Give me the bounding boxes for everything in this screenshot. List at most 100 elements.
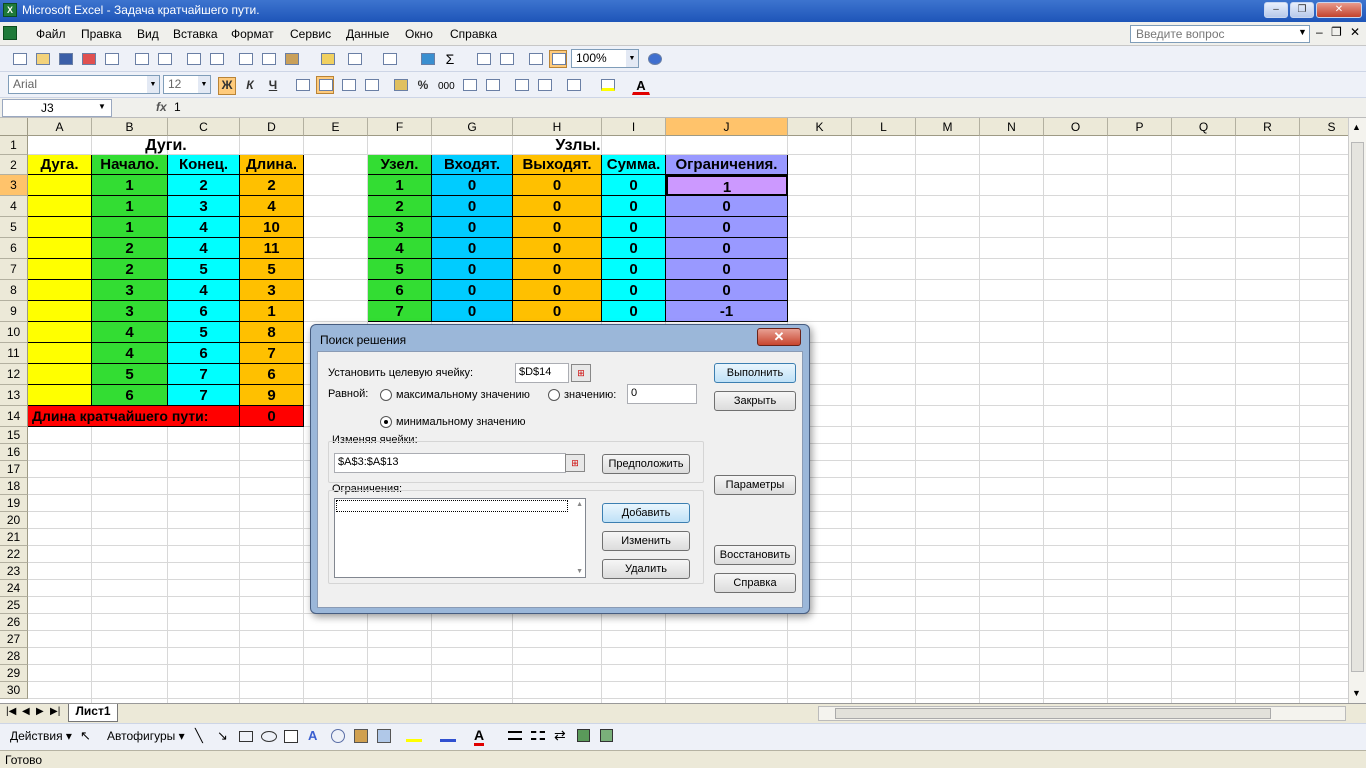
row-header-28[interactable]: 28 <box>0 648 28 665</box>
node-in-4[interactable]: 0 <box>432 196 513 217</box>
node-out-8[interactable]: 0 <box>513 280 602 301</box>
arc-start-11[interactable]: 4 <box>92 343 168 364</box>
node-sum-8[interactable]: 0 <box>602 280 666 301</box>
print-preview-icon[interactable] <box>155 50 173 68</box>
percent-icon[interactable]: % <box>414 77 432 95</box>
arc-length-5[interactable]: 10 <box>240 217 304 238</box>
menu-format[interactable]: Формат <box>231 27 274 41</box>
cut-icon[interactable] <box>236 50 254 68</box>
column-header-P[interactable]: P <box>1108 118 1172 136</box>
fill-color-draw-icon[interactable] <box>406 730 422 742</box>
column-header-A[interactable]: A <box>28 118 92 136</box>
actions-menu[interactable]: Действия ▾ <box>10 729 72 743</box>
arc-cell-5[interactable] <box>28 217 92 238</box>
node-in-9[interactable]: 0 <box>432 301 513 322</box>
target-cell-input[interactable]: $D$14 <box>515 363 569 383</box>
row-header-4[interactable]: 4 <box>0 196 28 217</box>
ask-dropdown-icon[interactable]: ▼ <box>1298 27 1307 37</box>
arc-start-10[interactable]: 4 <box>92 322 168 343</box>
column-header-L[interactable]: L <box>852 118 916 136</box>
arc-length-13[interactable]: 9 <box>240 385 304 406</box>
constraints-list[interactable]: ▲ ▼ <box>334 498 586 578</box>
row-header-30[interactable]: 30 <box>0 682 28 699</box>
change-button[interactable]: Изменить <box>602 531 690 551</box>
arc-end-3[interactable]: 2 <box>168 175 240 196</box>
ask-question-input[interactable]: Введите вопрос <box>1130 25 1310 43</box>
arc-length-9[interactable]: 1 <box>240 301 304 322</box>
arrow-icon[interactable]: ↘ <box>217 728 228 744</box>
nodes-title[interactable]: Узлы. <box>368 136 788 155</box>
node-in-8[interactable]: 0 <box>432 280 513 301</box>
help-icon[interactable] <box>645 50 663 68</box>
close-dialog-button[interactable]: Закрыть <box>714 391 796 411</box>
arc-start-9[interactable]: 3 <box>92 301 168 322</box>
node-sum-3[interactable]: 0 <box>602 175 666 196</box>
decrease-indent-icon[interactable] <box>512 76 530 94</box>
arcs-header-2[interactable]: Конец. <box>168 155 240 175</box>
doc-close-button[interactable]: ✕ <box>1350 25 1360 39</box>
row-header-12[interactable]: 12 <box>0 364 28 385</box>
node-in-7[interactable]: 0 <box>432 259 513 280</box>
column-header-I[interactable]: I <box>602 118 666 136</box>
radio-max[interactable] <box>380 389 392 401</box>
row-header-18[interactable]: 18 <box>0 478 28 495</box>
row-header-29[interactable]: 29 <box>0 665 28 682</box>
list-scroll-down-icon[interactable]: ▼ <box>576 568 583 575</box>
node-out-6[interactable]: 0 <box>513 238 602 259</box>
arc-length-4[interactable]: 4 <box>240 196 304 217</box>
menu-insert[interactable]: Вставка <box>173 27 218 41</box>
node-id-8[interactable]: 6 <box>368 280 432 301</box>
function-icon[interactable]: fx <box>156 100 167 114</box>
radio-min[interactable] <box>380 416 392 428</box>
row-header-6[interactable]: 6 <box>0 238 28 259</box>
row-header-14[interactable]: 14 <box>0 406 28 427</box>
borders-icon[interactable] <box>564 76 582 94</box>
open-icon[interactable] <box>33 50 51 68</box>
node-in-6[interactable]: 0 <box>432 238 513 259</box>
arc-length-6[interactable]: 11 <box>240 238 304 259</box>
row-header-5[interactable]: 5 <box>0 217 28 238</box>
doc-minimize-button[interactable]: – <box>1316 25 1323 39</box>
solve-button[interactable]: Выполнить <box>714 363 796 383</box>
row-header-16[interactable]: 16 <box>0 444 28 461</box>
name-box-dropdown-icon[interactable]: ▼ <box>98 102 106 111</box>
doc-restore-button[interactable]: ❐ <box>1331 25 1342 39</box>
row-header-26[interactable]: 26 <box>0 614 28 631</box>
hscroll-thumb[interactable] <box>835 708 1271 719</box>
fill-color-icon[interactable] <box>598 76 616 94</box>
arc-end-7[interactable]: 5 <box>168 259 240 280</box>
column-header-N[interactable]: N <box>980 118 1044 136</box>
scroll-thumb[interactable] <box>1351 142 1364 672</box>
row-header-11[interactable]: 11 <box>0 343 28 364</box>
node-constraint-7[interactable]: 0 <box>666 259 788 280</box>
arc-end-12[interactable]: 7 <box>168 364 240 385</box>
reset-button[interactable]: Восстановить <box>714 545 796 565</box>
column-header-C[interactable]: C <box>168 118 240 136</box>
dash-style-icon[interactable] <box>531 731 545 740</box>
column-header-D[interactable]: D <box>240 118 304 136</box>
arc-end-13[interactable]: 7 <box>168 385 240 406</box>
menu-data[interactable]: Данные <box>346 27 389 41</box>
menu-file[interactable]: Файл <box>36 27 66 41</box>
row-header-21[interactable]: 21 <box>0 529 28 546</box>
drawing-icon[interactable] <box>549 50 567 68</box>
node-sum-6[interactable]: 0 <box>602 238 666 259</box>
node-sum-9[interactable]: 0 <box>602 301 666 322</box>
changing-cells-input[interactable]: $A$3:$A$13 <box>334 453 566 473</box>
oval-icon[interactable] <box>261 731 277 742</box>
arcs-header-0[interactable]: Дуга. <box>28 155 92 175</box>
restore-button[interactable]: ❐ <box>1290 2 1314 18</box>
row-header-23[interactable]: 23 <box>0 563 28 580</box>
sort-desc-icon[interactable] <box>497 50 515 68</box>
increase-indent-icon[interactable] <box>535 76 553 94</box>
arc-start-6[interactable]: 2 <box>92 238 168 259</box>
row-header-27[interactable]: 27 <box>0 631 28 648</box>
column-header-M[interactable]: M <box>916 118 980 136</box>
arc-cell-13[interactable] <box>28 385 92 406</box>
minimize-button[interactable]: – <box>1264 2 1288 18</box>
chart-wizard-icon[interactable] <box>526 50 544 68</box>
autoshapes-menu[interactable]: Автофигуры ▾ <box>107 729 185 743</box>
font-size-select[interactable]: 12 ▼ <box>163 75 211 94</box>
node-constraint-6[interactable]: 0 <box>666 238 788 259</box>
picture-icon[interactable] <box>377 729 391 743</box>
